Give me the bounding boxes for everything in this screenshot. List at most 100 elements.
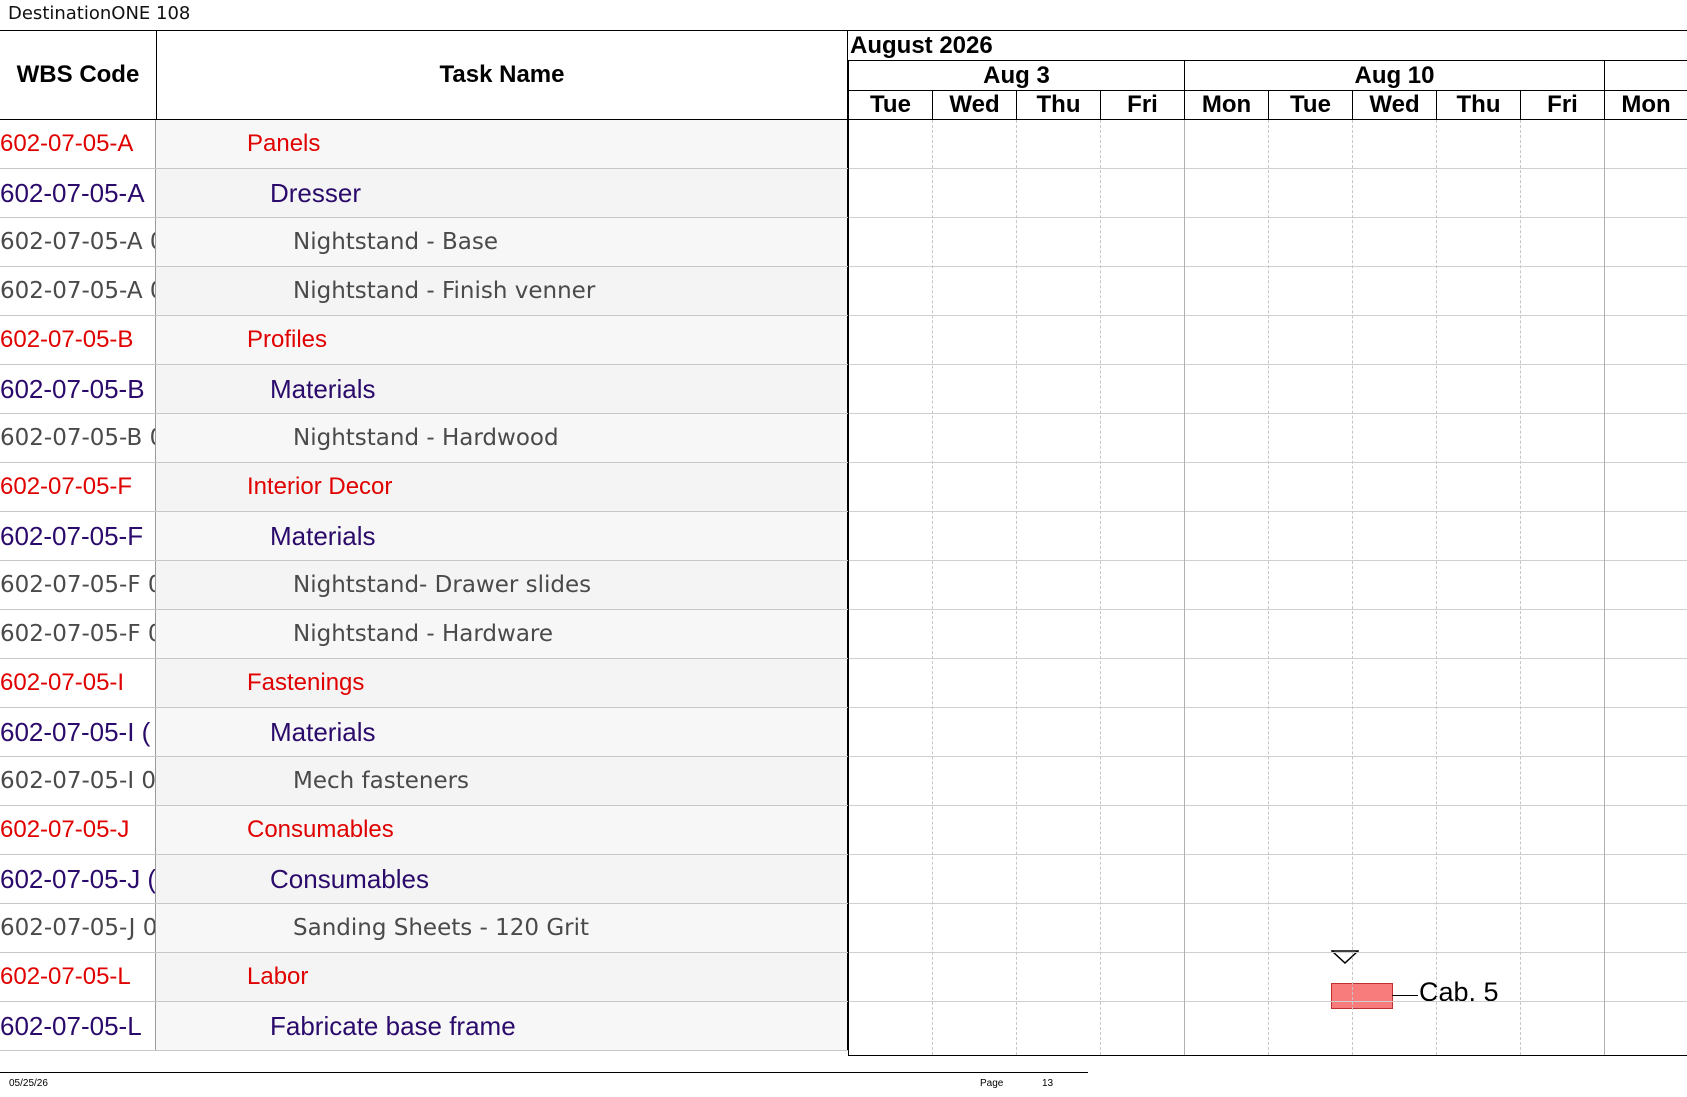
task-bar-fabricate-base-frame[interactable]	[1331, 983, 1393, 1009]
wbs-code-cell: 602-07-05-F 0	[0, 561, 156, 609]
task-name-cell: Sanding Sheets - 120 Grit	[156, 904, 848, 952]
task-name-label: Labor	[247, 963, 309, 990]
timeline-day-9: Fri	[1520, 91, 1604, 119]
task-name-label: Profiles	[247, 326, 328, 353]
timeline-day-line	[1016, 120, 1017, 1055]
task-name-cell: Fabricate base frame	[156, 1002, 848, 1050]
task-name-cell: Nightstand- Drawer slides	[156, 561, 848, 609]
wbs-code-cell: 602-07-05-A 0	[0, 267, 156, 315]
timeline-days: Tue Wed Thu Fri Mon Tue Wed Thu Fri Mon	[848, 91, 1687, 120]
wbs-code-cell: 602-07-05-A 0	[0, 218, 156, 266]
table-row[interactable]: 602-07-05-A 0 Nightstand - Base	[0, 218, 848, 267]
grid-header: WBS Code Task Name	[0, 30, 848, 120]
task-name-cell: Materials	[156, 365, 848, 413]
task-name-cell: Consumables	[156, 806, 848, 854]
wbs-code-cell: 602-07-05-I 01	[0, 757, 156, 805]
task-name-cell: Profiles	[156, 316, 848, 364]
timeline-day-line	[932, 120, 933, 1055]
table-row[interactable]: 602-07-05-J ( Consumables	[0, 855, 848, 904]
task-name-label: Interior Decor	[247, 473, 393, 500]
bar-label-leader	[1392, 995, 1418, 996]
task-name-label: Nightstand - Finish venner	[293, 278, 596, 304]
table-row[interactable]: 602-07-05-F Materials	[0, 512, 848, 561]
table-row[interactable]: 602-07-05-J 01 Sanding Sheets - 120 Grit	[0, 904, 848, 953]
footer-divider	[0, 1072, 1088, 1073]
timeline-day-line	[1184, 120, 1185, 1055]
table-row[interactable]: 602-07-05-F 0 Nightstand - Hardware	[0, 610, 848, 659]
timeline-day-4: Fri	[1100, 91, 1184, 119]
timeline-day-6: Tue	[1268, 91, 1352, 119]
table-row[interactable]: 602-07-05-B Profiles	[0, 316, 848, 365]
wbs-code-cell: 602-07-05-L	[0, 953, 156, 1001]
table-row[interactable]: 602-07-05-L Fabricate base frame	[0, 1002, 848, 1051]
timeline-week-2: Aug 10	[1184, 61, 1604, 90]
task-name-label: Mech fasteners	[293, 768, 470, 794]
timeline-day-line	[1352, 120, 1353, 1055]
table-row[interactable]: 602-07-05-F Interior Decor	[0, 463, 848, 512]
timeline-day-line	[1436, 120, 1437, 1055]
table-row[interactable]: 602-07-05-B Materials	[0, 365, 848, 414]
table-row[interactable]: 602-07-05-A Panels	[0, 120, 848, 169]
wbs-column-header[interactable]: WBS Code	[0, 31, 157, 119]
task-name-cell: Labor	[156, 953, 848, 1001]
task-name-cell: Consumables	[156, 855, 848, 903]
task-name-cell: Nightstand - Finish venner	[156, 267, 848, 315]
wbs-code-cell: 602-07-05-A	[0, 120, 156, 168]
wbs-code-cell: 602-07-05-B 0	[0, 414, 156, 462]
footer-page-label: Page	[980, 1078, 1004, 1089]
wbs-code-cell: 602-07-05-I	[0, 659, 156, 707]
footer-page-number: 13	[1042, 1078, 1054, 1089]
timeline-body[interactable]: Cab. 5	[848, 120, 1687, 1056]
task-name-cell: Interior Decor	[156, 463, 848, 511]
timeline-day-1: Tue	[848, 91, 932, 119]
wbs-code-cell: 602-07-05-I (	[0, 708, 156, 756]
timeline-day-10: Mon	[1604, 91, 1687, 119]
table-row[interactable]: 602-07-05-A Dresser	[0, 169, 848, 218]
wbs-code-cell: 602-07-05-F	[0, 463, 156, 511]
timeline-day-5: Mon	[1184, 91, 1268, 119]
task-name-cell: Mech fasteners	[156, 757, 848, 805]
table-row[interactable]: 602-07-05-L Labor	[0, 953, 848, 1002]
task-name-label: Consumables	[247, 816, 394, 843]
task-name-label: Consumables	[270, 863, 429, 894]
wbs-code-cell: 602-07-05-J	[0, 806, 156, 854]
task-name-cell: Nightstand - Hardwood	[156, 414, 848, 462]
task-name-cell: Materials	[156, 512, 848, 560]
wbs-code-cell: 602-07-05-B	[0, 365, 156, 413]
wbs-code-cell: 602-07-05-F 0	[0, 610, 156, 658]
task-name-label: Dresser	[270, 177, 362, 208]
table-row[interactable]: 602-07-05-I ( Materials	[0, 708, 848, 757]
task-bar-label: Cab. 5	[1419, 977, 1499, 1007]
task-name-label: Nightstand - Hardware	[293, 621, 554, 647]
timeline-day-7: Wed	[1352, 91, 1436, 119]
task-name-label: Materials	[270, 520, 376, 551]
task-name-label: Materials	[270, 716, 376, 747]
timeline-week-1: Aug 3	[848, 61, 1184, 90]
task-rows: 602-07-05-A Panels 602-07-05-A Dresser 602-0…	[0, 120, 848, 1051]
timeline-day-line	[1268, 120, 1269, 1055]
task-name-column-header[interactable]: Task Name	[157, 31, 848, 119]
task-name-label: Sanding Sheets - 120 Grit	[293, 915, 590, 941]
task-name-cell: Panels	[156, 120, 848, 168]
table-row[interactable]: 602-07-05-F 0 Nightstand- Drawer slides	[0, 561, 848, 610]
timeline-day-3: Thu	[1016, 91, 1100, 119]
table-row[interactable]: 602-07-05-J Consumables	[0, 806, 848, 855]
timeline-day-line	[1604, 120, 1605, 1055]
timeline-day-2: Wed	[932, 91, 1016, 119]
wbs-code-cell: 602-07-05-J (	[0, 855, 156, 903]
timeline-day-line	[1520, 120, 1521, 1055]
timeline-weeks: Aug 3 Aug 10	[848, 61, 1687, 91]
table-row[interactable]: 602-07-05-B 0 Nightstand - Hardwood	[0, 414, 848, 463]
table-row[interactable]: 602-07-05-I Fastenings	[0, 659, 848, 708]
page-title: DestinationONE 108	[8, 3, 191, 24]
task-name-cell: Nightstand - Hardware	[156, 610, 848, 658]
task-name-cell: Fastenings	[156, 659, 848, 707]
task-name-label: Nightstand - Base	[293, 229, 498, 255]
table-row[interactable]: 602-07-05-A 0 Nightstand - Finish venner	[0, 267, 848, 316]
gantt-timeline: August 2026 Aug 3 Aug 10 Tue Wed Thu Fri Mon…	[848, 30, 1687, 1056]
timeline-week-3	[1604, 61, 1687, 90]
wbs-code-cell: 602-07-05-J 01	[0, 904, 156, 952]
table-row[interactable]: 602-07-05-I 01 Mech fasteners	[0, 757, 848, 806]
wbs-code-cell: 602-07-05-B	[0, 316, 156, 364]
task-grid: WBS Code Task Name 602-07-05-A Panels 602-…	[0, 30, 848, 1051]
